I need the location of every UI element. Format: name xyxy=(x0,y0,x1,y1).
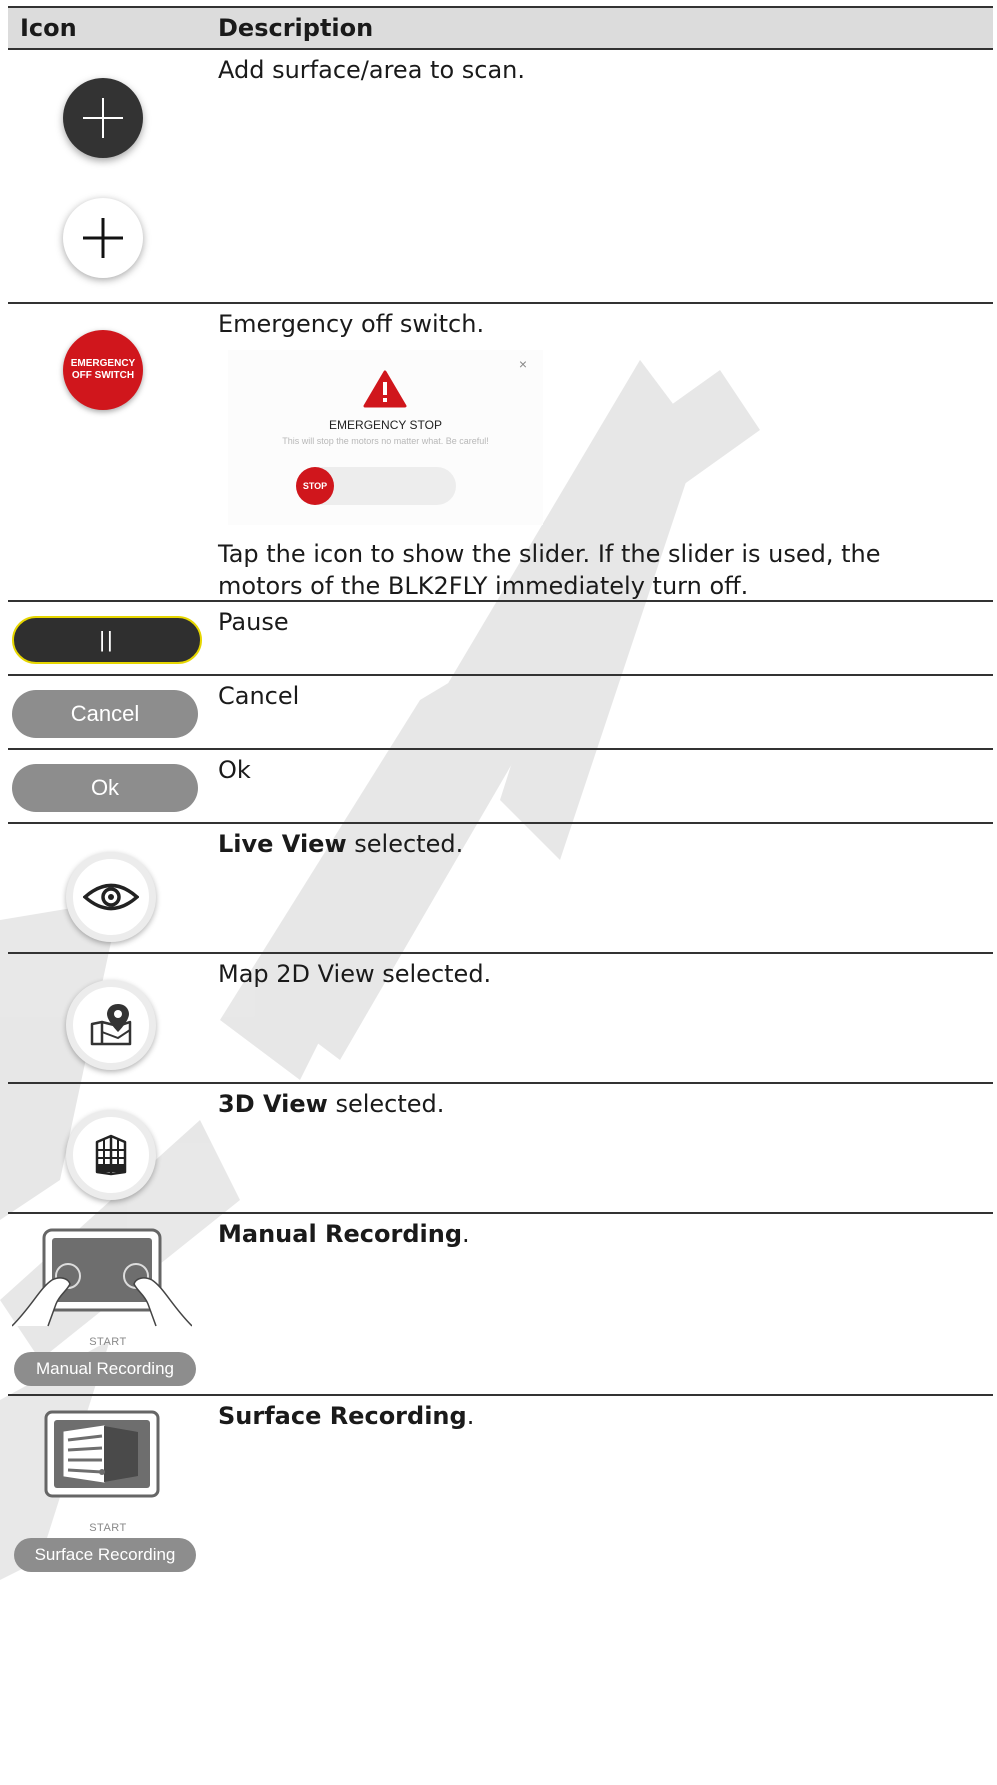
table-row: Live View selected. xyxy=(8,824,993,954)
row-description: Pause xyxy=(218,608,289,636)
icon-cell: EMERGENCY OFF SWITCH xyxy=(8,304,208,600)
map-2d-view-button[interactable] xyxy=(66,980,156,1070)
switch-label: OFF SWITCH xyxy=(71,370,135,381)
switch-label: EMERGENCY xyxy=(70,358,136,369)
stop-slider-handle[interactable]: STOP xyxy=(296,467,334,505)
row-description: 3D View selected. xyxy=(218,1088,938,1120)
manual-recording-button[interactable]: Manual Recording xyxy=(14,1352,196,1386)
start-label: START xyxy=(89,1336,127,1348)
row-description: Cancel xyxy=(218,682,300,710)
header-icon: Icon xyxy=(20,14,77,42)
pause-icon: || xyxy=(99,627,115,652)
surface-recording-button[interactable]: Surface Recording xyxy=(14,1538,196,1572)
map-pin-icon xyxy=(90,1004,132,1046)
row-description: Add surface/area to scan. xyxy=(218,56,525,84)
ok-button[interactable]: Ok xyxy=(12,764,198,812)
desc-bold: Manual Recording xyxy=(218,1220,463,1248)
table-header: Icon Description xyxy=(8,6,993,50)
desc-rest: selected. xyxy=(327,1090,445,1118)
row-description: Ok xyxy=(218,756,251,784)
warning-icon xyxy=(363,370,407,408)
desc-bold: Live View xyxy=(218,830,347,858)
manual-recording-illustration xyxy=(12,1228,192,1327)
live-view-button[interactable] xyxy=(66,852,156,942)
table-row: Map 2D View selected. xyxy=(8,954,993,1084)
table-row: Ok Ok xyxy=(8,750,993,824)
desc-bold: Surface Recording xyxy=(218,1402,467,1430)
emergency-stop-dialog: × EMERGENCY STOP This will stop the moto… xyxy=(228,350,543,525)
stop-slider-track[interactable]: STOP xyxy=(296,467,456,505)
dialog-message: This will stop the motors no matter what… xyxy=(282,436,489,446)
row-description: Emergency off switch. xyxy=(218,310,485,338)
row-description: Map 2D View selected. xyxy=(218,960,492,988)
icon-cell xyxy=(8,50,208,302)
row-description: Live View selected. xyxy=(218,828,938,860)
plus-dark-icon[interactable] xyxy=(63,78,143,158)
dialog-title: EMERGENCY STOP xyxy=(329,418,442,432)
row-description-detail: Tap the icon to show the slider. If the … xyxy=(218,540,881,600)
desc-rest: selected. xyxy=(346,830,464,858)
desc-rest: . xyxy=(466,1402,475,1430)
building-3d-icon xyxy=(95,1134,127,1176)
eye-icon xyxy=(83,883,139,911)
header-description: Description xyxy=(218,14,374,42)
emergency-off-switch[interactable]: EMERGENCY OFF SWITCH xyxy=(63,330,143,410)
table-row: START Surface Recording Surface Recordin… xyxy=(8,1396,993,1574)
table-row: EMERGENCY OFF SWITCH Emergency off switc… xyxy=(8,304,993,602)
table-row: || Pause xyxy=(8,602,993,676)
close-icon[interactable]: × xyxy=(519,356,527,372)
surface-recording-illustration xyxy=(44,1410,160,1498)
desc-bold: 3D View xyxy=(218,1090,328,1118)
desc-rest: . xyxy=(462,1220,470,1248)
table-row: Cancel Cancel xyxy=(8,676,993,750)
table-row: 3D View selected. xyxy=(8,1084,993,1214)
icon-description-table: Icon Description Add surface/area to sca… xyxy=(8,6,993,1574)
row-description: Surface Recording. xyxy=(218,1400,938,1432)
start-label: START xyxy=(89,1522,127,1534)
cancel-button[interactable]: Cancel xyxy=(12,690,198,738)
3d-view-button[interactable] xyxy=(66,1110,156,1200)
table-row: Add surface/area to scan. xyxy=(8,50,993,304)
row-description: Manual Recording. xyxy=(218,1218,938,1250)
stop-label: STOP xyxy=(302,481,328,491)
pause-button[interactable]: || xyxy=(12,616,202,664)
plus-light-icon[interactable] xyxy=(63,198,143,278)
table-row: START Manual Recording Manual Recording. xyxy=(8,1214,993,1396)
